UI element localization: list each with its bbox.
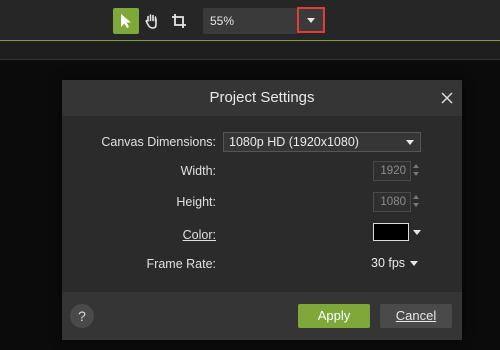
zoom-value: 55% (210, 14, 235, 28)
width-field[interactable]: 1920 (373, 161, 411, 181)
close-button[interactable] (438, 89, 456, 107)
stepper-up-icon (413, 164, 419, 168)
stepper-down-icon (413, 172, 419, 176)
apply-button[interactable]: Apply (298, 304, 370, 328)
zoom-field[interactable]: 55% (203, 8, 297, 34)
canvas-dimensions-label: Canvas Dimensions: (101, 135, 216, 149)
stepper-up-icon (413, 195, 419, 199)
width-label: Width: (180, 164, 216, 178)
project-settings-dialog: Project Settings Canvas Dimensions: 1080… (62, 80, 462, 340)
cancel-button[interactable]: Cancel (380, 304, 452, 328)
dialog-header: Project Settings (62, 80, 462, 116)
frame-rate-label: Frame Rate: (146, 257, 216, 271)
pan-tool-button[interactable] (139, 8, 165, 34)
color-label: Color: (182, 228, 216, 242)
chevron-down-icon (413, 230, 421, 235)
color-picker[interactable] (373, 223, 421, 243)
height-stepper[interactable] (412, 192, 420, 212)
chevron-down-icon (410, 261, 418, 266)
height-field[interactable]: 1080 (373, 192, 411, 212)
width-value: 1920 (380, 165, 406, 177)
chevron-down-icon (307, 17, 315, 23)
dialog-title: Project Settings (209, 89, 315, 106)
stepper-down-icon (413, 203, 419, 207)
frame-rate-value: 30 fps (371, 256, 406, 270)
help-button[interactable]: ? (70, 304, 94, 328)
crop-tool-button[interactable] (166, 8, 192, 34)
crop-icon (172, 14, 186, 28)
top-toolbar: 55% (0, 0, 500, 42)
zoom-dropdown-button[interactable] (297, 7, 325, 33)
toolbar-accent-line (0, 40, 500, 41)
canvas-dimensions-select[interactable]: 1080p HD (1920x1080) (223, 132, 421, 152)
timeline-strip (0, 42, 500, 60)
height-label: Height: (176, 195, 216, 209)
frame-rate-select[interactable]: 30 fps (366, 254, 421, 274)
canvas-dimensions-value: 1080p HD (1920x1080) (229, 135, 359, 149)
color-swatch (373, 223, 409, 241)
chevron-down-icon (406, 140, 414, 145)
width-stepper[interactable] (412, 161, 420, 181)
arrow-pointer-icon (121, 14, 131, 28)
close-icon (441, 92, 453, 104)
height-value: 1080 (380, 196, 406, 208)
hand-icon (145, 14, 157, 29)
pointer-tool-button[interactable] (113, 8, 139, 34)
